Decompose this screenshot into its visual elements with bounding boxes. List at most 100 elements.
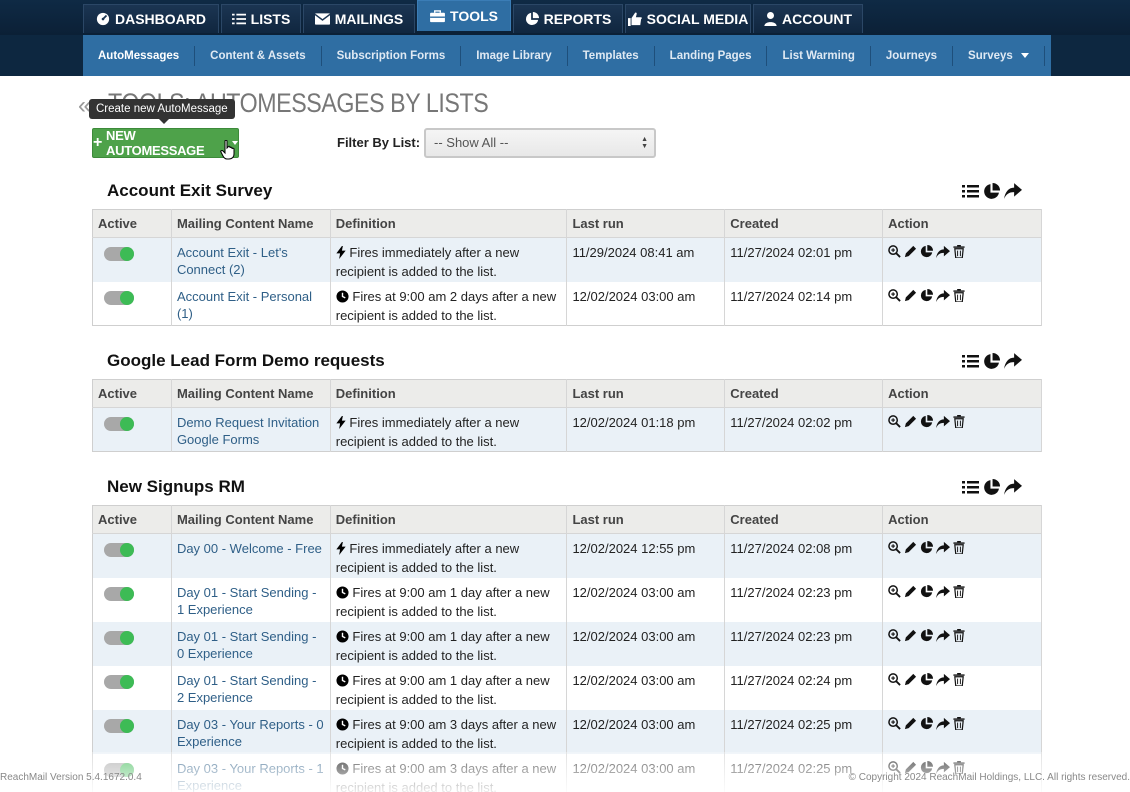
pie-chart-icon[interactable] xyxy=(920,288,934,307)
active-toggle[interactable] xyxy=(104,674,134,689)
edit-icon[interactable] xyxy=(904,415,917,433)
mailing-content-link[interactable]: Day 03 - Your Reports - 0 Experience xyxy=(177,717,324,749)
active-toggle[interactable] xyxy=(104,586,134,601)
subnav-templates[interactable]: Templates xyxy=(568,45,655,66)
filter-by-list-select[interactable]: -- Show All -- ▲ ▼ xyxy=(424,128,656,158)
name-cell: Demo Request Invitation Google Forms xyxy=(171,407,331,452)
edit-icon[interactable] xyxy=(904,585,917,603)
pie-chart-icon[interactable] xyxy=(983,478,1000,496)
name-cell: Day 01 - Start Sending - 2 Experience xyxy=(171,665,331,710)
list-icon[interactable] xyxy=(962,184,979,199)
trash-icon[interactable] xyxy=(953,288,965,307)
mailing-content-link[interactable]: Day 01 - Start Sending - 2 Experience xyxy=(177,673,316,705)
mailing-content-link[interactable]: Day 00 - Welcome - Free xyxy=(177,541,322,556)
trash-icon[interactable] xyxy=(953,415,965,433)
nav-tab-social-media[interactable]: SOCIAL MEDIA xyxy=(625,4,751,33)
share-icon[interactable] xyxy=(936,717,951,735)
nav-tab-dashboard[interactable]: DASHBOARD xyxy=(83,4,219,33)
subnav-content-assets[interactable]: Content & Assets xyxy=(195,45,322,66)
view-icon[interactable] xyxy=(888,245,901,263)
table-row: Day 01 - Start Sending - 2 Experience Fi… xyxy=(92,665,1042,710)
section-title: Google Lead Form Demo requests xyxy=(107,351,385,370)
edit-icon[interactable] xyxy=(904,629,917,647)
subnav-surveys[interactable]: Surveys xyxy=(953,45,1045,66)
edit-icon[interactable] xyxy=(904,289,917,307)
pie-chart-icon[interactable] xyxy=(983,182,1000,200)
nav-tab-reports[interactable]: REPORTS xyxy=(513,4,623,33)
trash-icon[interactable] xyxy=(953,245,965,263)
view-icon[interactable] xyxy=(888,584,901,603)
last-run-cell: 12/02/2024 03:00 am xyxy=(566,577,726,622)
active-toggle[interactable] xyxy=(104,630,134,645)
row-actions xyxy=(888,672,1036,691)
nav-tab-label: ACCOUNT xyxy=(782,11,852,27)
nav-tab-lists[interactable]: LISTS xyxy=(221,4,301,33)
nav-tab-tools[interactable]: TOOLS xyxy=(417,0,511,31)
nav-tab-account[interactable]: ACCOUNT xyxy=(753,4,863,33)
view-icon[interactable] xyxy=(888,716,901,735)
subnav-label: List Warming xyxy=(782,49,855,62)
edit-icon[interactable] xyxy=(904,245,917,263)
view-icon[interactable] xyxy=(888,672,901,691)
clock-icon xyxy=(336,673,349,691)
pie-chart-icon[interactable] xyxy=(920,628,934,647)
subnav-landing-pages[interactable]: Landing Pages xyxy=(655,45,768,66)
trash-icon[interactable] xyxy=(953,672,965,691)
mailing-content-link[interactable]: Demo Request Invitation Google Forms xyxy=(177,415,319,447)
action-cell xyxy=(882,237,1042,282)
edit-icon[interactable] xyxy=(904,717,917,735)
nav-tab-mailings[interactable]: MAILINGS xyxy=(303,4,415,33)
view-icon[interactable] xyxy=(888,541,901,559)
pie-chart-icon[interactable] xyxy=(983,352,1000,370)
share-icon[interactable] xyxy=(936,629,951,647)
share-icon[interactable] xyxy=(936,415,951,433)
pie-chart-icon[interactable] xyxy=(920,245,934,263)
trash-icon[interactable] xyxy=(953,716,965,735)
trash-icon[interactable] xyxy=(953,584,965,603)
share-icon[interactable] xyxy=(936,289,951,307)
share-icon[interactable] xyxy=(936,245,951,263)
active-toggle[interactable] xyxy=(104,718,134,733)
active-toggle[interactable] xyxy=(104,290,134,305)
subnav-image-library[interactable]: Image Library xyxy=(461,45,568,66)
share-icon[interactable] xyxy=(1004,352,1022,370)
edit-icon[interactable] xyxy=(904,673,917,691)
share-icon[interactable] xyxy=(1004,478,1022,496)
share-icon[interactable] xyxy=(936,585,951,603)
trash-icon[interactable] xyxy=(953,541,965,559)
new-automessage-label: NEW AUTOMESSAGE xyxy=(106,128,205,158)
subnav-list-warming[interactable]: List Warming xyxy=(767,45,871,66)
pie-chart-icon[interactable] xyxy=(920,541,934,559)
active-toggle[interactable] xyxy=(104,417,134,431)
subnav-automessages[interactable]: AutoMessages xyxy=(83,45,196,66)
created-cell: 11/27/2024 02:14 pm xyxy=(724,281,884,326)
edit-icon[interactable] xyxy=(904,541,917,559)
hand-cursor-icon xyxy=(220,140,235,160)
subnav-subscription-forms[interactable]: Subscription Forms xyxy=(322,45,462,66)
pie-chart-icon[interactable] xyxy=(920,415,934,433)
new-automessage-button[interactable]: + NEW AUTOMESSAGE xyxy=(92,128,239,158)
subnav-journeys[interactable]: Journeys xyxy=(871,45,954,66)
mailing-content-link[interactable]: Day 01 - Start Sending - 1 Experience xyxy=(177,585,316,617)
active-toggle[interactable] xyxy=(104,247,134,261)
pie-chart-icon xyxy=(525,12,539,26)
mailing-content-link[interactable]: Day 01 - Start Sending - 0 Experience xyxy=(177,629,316,661)
mailing-content-link[interactable]: Account Exit - Personal (1) xyxy=(177,289,312,321)
pie-chart-icon[interactable] xyxy=(920,672,934,691)
envelope-icon xyxy=(314,13,330,25)
view-icon[interactable] xyxy=(888,288,901,307)
mailing-content-link[interactable]: Account Exit - Let's Connect (2) xyxy=(177,245,288,277)
share-icon[interactable] xyxy=(936,673,951,691)
share-icon[interactable] xyxy=(936,541,951,559)
trash-icon[interactable] xyxy=(953,628,965,647)
toggle-knob xyxy=(120,718,134,733)
column-header: Last run xyxy=(566,505,726,534)
share-icon[interactable] xyxy=(1004,182,1022,200)
pie-chart-icon[interactable] xyxy=(920,584,934,603)
view-icon[interactable] xyxy=(888,628,901,647)
list-icon[interactable] xyxy=(962,354,979,369)
pie-chart-icon[interactable] xyxy=(920,716,934,735)
active-toggle[interactable] xyxy=(104,543,134,557)
view-icon[interactable] xyxy=(888,415,901,433)
list-icon[interactable] xyxy=(962,480,979,495)
